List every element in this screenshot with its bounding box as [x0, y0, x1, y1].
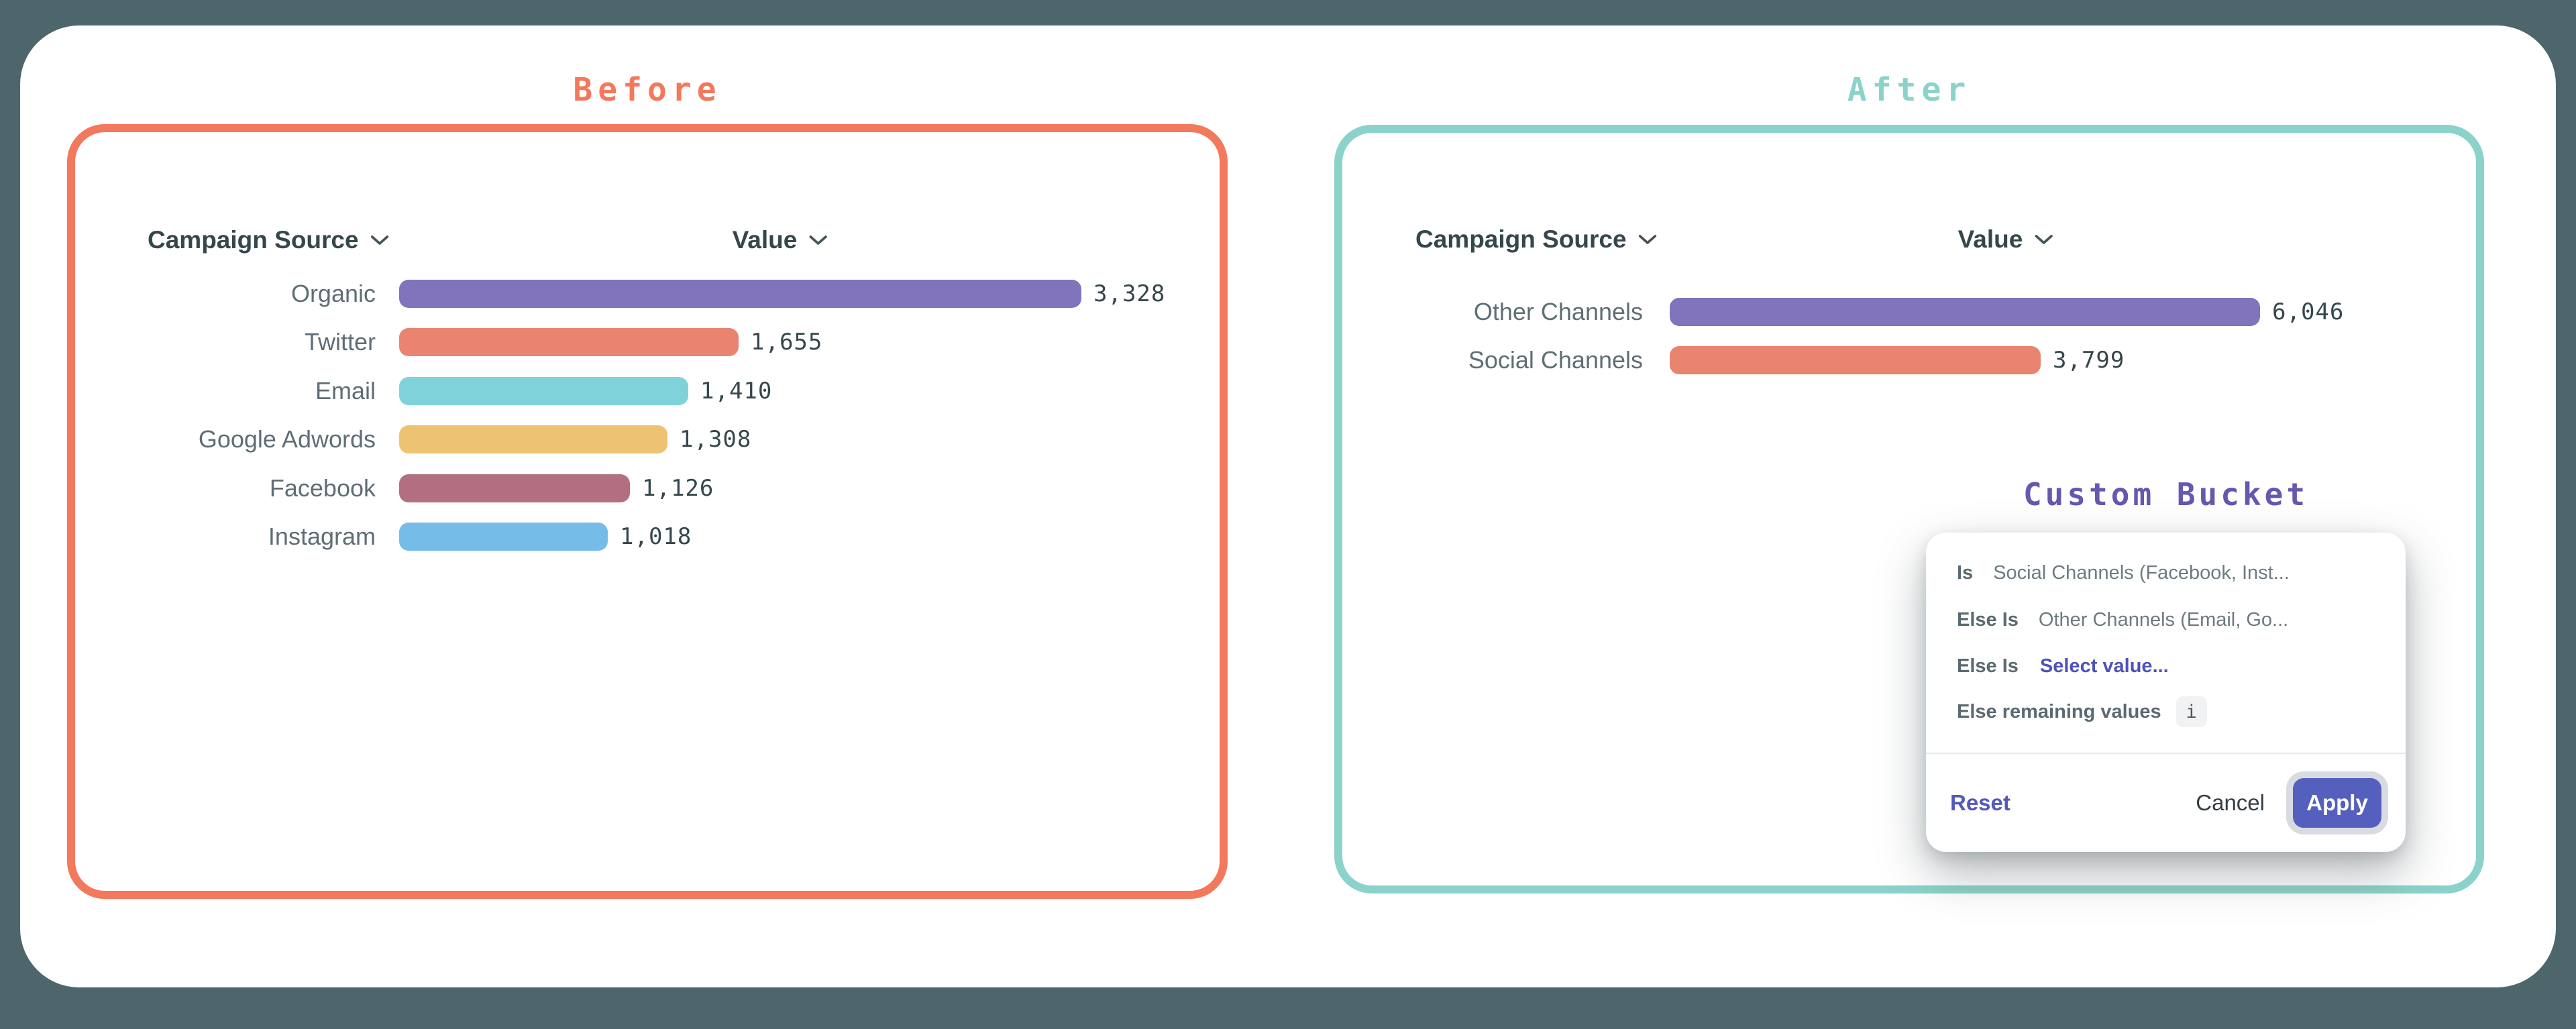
apply-button[interactable]: Apply: [2293, 778, 2381, 828]
table-row: Social Channels 3,799: [1334, 346, 2484, 374]
after-value-header-label: Value: [1958, 225, 2023, 254]
rule-value: Social Channels (Facebook, Inst...: [1993, 562, 2290, 584]
row-label: Facebook: [67, 474, 376, 502]
table-row: Facebook 1,126: [67, 474, 1228, 502]
bar-value: 1,018: [620, 523, 692, 550]
bar-social-channels[interactable]: [1670, 346, 2041, 374]
row-label: Other Channels: [1334, 298, 1643, 326]
stage: Before Campaign Source Value Organic 3,3…: [0, 0, 2576, 1029]
info-icon[interactable]: i: [2176, 696, 2207, 727]
bar-value: 1,655: [751, 329, 822, 356]
table-row: Google Adwords 1,308: [67, 425, 1228, 453]
cancel-button[interactable]: Cancel: [2196, 790, 2265, 816]
rule-keyword: Else Is: [1957, 655, 2019, 678]
bar-other-channels[interactable]: [1670, 298, 2260, 326]
before-panel: Campaign Source Value Organic 3,328 Twit…: [67, 124, 1228, 899]
custom-bucket-title: Custom Bucket: [1926, 476, 2406, 512]
before-panel-title: Before: [67, 71, 1228, 109]
after-value-header[interactable]: Value: [1958, 225, 2054, 254]
bar-twitter[interactable]: [399, 328, 739, 356]
row-label: Social Channels: [1334, 346, 1643, 374]
bar-instagram[interactable]: [399, 523, 608, 551]
after-panel-title: After: [1334, 71, 2484, 109]
table-row: Instagram 1,018: [67, 523, 1228, 551]
custom-bucket-popup: Is Social Channels (Facebook, Inst... El…: [1926, 533, 2406, 852]
bucket-rule-row: Else remaining values i: [1957, 696, 2385, 727]
rule-keyword: Is: [1957, 562, 1973, 584]
select-value-link[interactable]: Select value...: [2040, 655, 2169, 678]
chevron-down-icon: [1638, 233, 1658, 246]
bar-facebook[interactable]: [399, 474, 630, 502]
rule-keyword: Else Is: [1957, 609, 2019, 631]
bar-value: 1,308: [680, 426, 751, 453]
bar-value: 6,046: [2272, 299, 2344, 325]
rule-keyword: Else remaining values: [1957, 701, 2161, 723]
bar-value: 1,126: [642, 475, 714, 502]
after-source-header[interactable]: Campaign Source: [1415, 225, 1658, 254]
bucket-rule-row[interactable]: Is Social Channels (Facebook, Inst...: [1957, 557, 2385, 588]
row-label: Organic: [67, 280, 376, 308]
bar-value: 3,799: [2053, 347, 2125, 374]
table-row: Twitter 1,655: [67, 328, 1228, 356]
chevron-down-icon: [2033, 233, 2053, 246]
before-value-header[interactable]: Value: [733, 226, 828, 254]
row-label: Email: [67, 377, 376, 405]
bar-google-adwords[interactable]: [399, 425, 667, 453]
before-value-header-label: Value: [733, 226, 798, 254]
chevron-down-icon: [808, 234, 828, 246]
after-source-header-label: Campaign Source: [1415, 225, 1627, 254]
popup-footer: Reset Cancel Apply: [1926, 754, 2406, 852]
row-label: Instagram: [67, 523, 376, 551]
table-row: Email 1,410: [67, 377, 1228, 405]
bucket-rule-row: Else Is Select value...: [1957, 651, 2385, 682]
reset-link[interactable]: Reset: [1950, 790, 2010, 816]
chevron-down-icon: [370, 234, 390, 246]
before-source-header[interactable]: Campaign Source: [148, 226, 390, 254]
table-row: Other Channels 6,046: [1334, 298, 2484, 326]
bar-value: 3,328: [1093, 280, 1165, 307]
bar-value: 1,410: [700, 378, 772, 404]
table-row: Organic 3,328: [67, 280, 1228, 308]
row-label: Google Adwords: [67, 425, 376, 453]
before-source-header-label: Campaign Source: [148, 226, 359, 254]
bar-organic[interactable]: [399, 280, 1081, 308]
rule-value: Other Channels (Email, Go...: [2039, 609, 2288, 631]
bucket-rule-row[interactable]: Else Is Other Channels (Email, Go...: [1957, 604, 2385, 635]
row-label: Twitter: [67, 328, 376, 356]
bar-email[interactable]: [399, 377, 688, 405]
